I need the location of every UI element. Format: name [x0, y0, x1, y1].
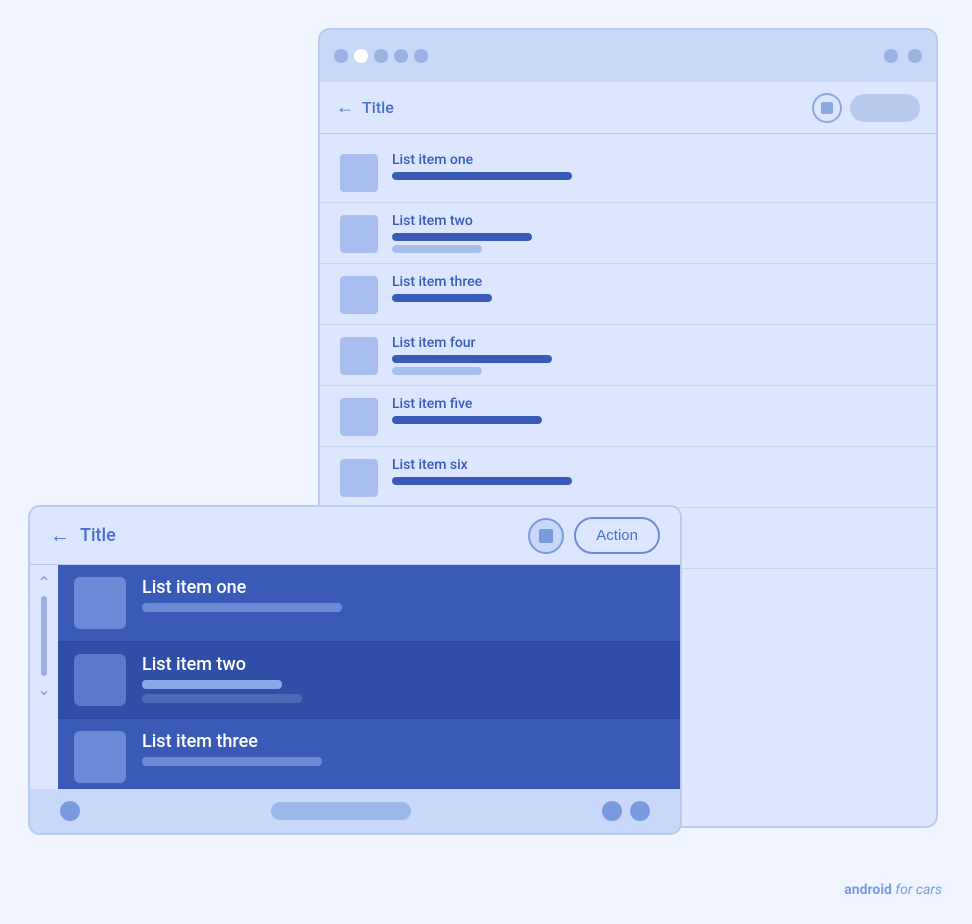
front-list-item-label: List item one	[142, 577, 342, 598]
list-bar-secondary	[392, 245, 482, 253]
front-window-list: List item one List item two List item th…	[58, 565, 680, 789]
front-list-item[interactable]: List item two	[58, 642, 680, 719]
nav-dot-home[interactable]	[60, 801, 80, 821]
list-item[interactable]: List item five	[320, 386, 936, 447]
front-list-thumb	[74, 731, 126, 783]
list-bar-secondary	[392, 367, 482, 375]
title-bar	[320, 30, 936, 82]
list-thumb	[340, 459, 378, 497]
front-list-item[interactable]: List item one	[58, 565, 680, 642]
list-item[interactable]: List item two	[320, 203, 936, 264]
icon-button-stop[interactable]	[812, 93, 842, 123]
dot-4	[394, 49, 408, 63]
list-bar-primary	[392, 355, 552, 363]
list-content: List item three	[392, 274, 492, 302]
front-list-item-label: List item three	[142, 731, 322, 752]
nav-dots-right	[602, 801, 650, 821]
watermark-rest: for cars	[892, 882, 942, 898]
watermark: android for cars	[844, 882, 942, 898]
list-thumb	[340, 215, 378, 253]
front-list-content: List item one	[142, 577, 342, 612]
list-bar-primary	[392, 233, 532, 241]
front-window: ← Title Action ⌃ ⌄ List item one	[28, 505, 682, 835]
list-content: List item four	[392, 335, 552, 375]
back-window-app-bar: ← Title	[320, 82, 936, 134]
front-list-item-label: List item two	[142, 654, 302, 675]
list-thumb	[340, 154, 378, 192]
list-thumb	[340, 276, 378, 314]
list-content: List item five	[392, 396, 542, 424]
list-item-label: List item six	[392, 457, 572, 473]
list-item-label: List item one	[392, 152, 572, 168]
action-button[interactable]: Action	[574, 517, 660, 554]
list-item-label: List item three	[392, 274, 492, 290]
front-list-bar-primary	[142, 603, 342, 612]
watermark-android: android	[844, 882, 892, 898]
front-list-thumb	[74, 577, 126, 629]
front-icon-button-stop[interactable]	[528, 518, 564, 554]
list-content: List item six	[392, 457, 572, 485]
pill-button[interactable]	[850, 94, 920, 122]
front-scroll-area: ⌃ ⌄ List item one List item two	[30, 565, 680, 789]
list-content: List item two	[392, 213, 532, 253]
front-window-title: Title	[80, 525, 518, 546]
list-item[interactable]: List item six	[320, 447, 936, 508]
front-list-bar-primary	[142, 680, 282, 689]
chevron-up-icon[interactable]: ⌃	[37, 573, 50, 592]
list-bar-primary	[392, 477, 572, 485]
back-window-title: Title	[362, 98, 804, 117]
back-arrow-icon[interactable]: ←	[336, 97, 354, 118]
nav-dot-2[interactable]	[630, 801, 650, 821]
list-item[interactable]: List item one	[320, 142, 936, 203]
front-back-arrow-icon[interactable]: ←	[50, 523, 70, 548]
chevron-down-icon[interactable]: ⌄	[37, 680, 50, 699]
dot-2	[354, 49, 368, 63]
stop-icon	[539, 529, 553, 543]
scroll-thumb[interactable]	[41, 596, 47, 676]
list-bar-primary	[392, 294, 492, 302]
list-bar-primary	[392, 416, 542, 424]
list-thumb	[340, 337, 378, 375]
front-list-thumb	[74, 654, 126, 706]
nav-dot-1[interactable]	[602, 801, 622, 821]
dot-1	[334, 49, 348, 63]
front-window-bottom-nav	[30, 789, 680, 833]
front-window-app-bar: ← Title Action	[30, 507, 680, 565]
window-dots	[334, 49, 428, 63]
dot-3	[374, 49, 388, 63]
front-list-content: List item two	[142, 654, 302, 703]
dot-5	[414, 49, 428, 63]
list-bar-primary	[392, 172, 572, 180]
front-list-bar-secondary	[142, 694, 302, 703]
dot-r2	[908, 49, 922, 63]
list-item-label: List item two	[392, 213, 532, 229]
list-content: List item one	[392, 152, 572, 180]
dot-r1	[884, 49, 898, 63]
scroll-bar: ⌃ ⌄	[30, 565, 58, 789]
front-list-bar-primary	[142, 757, 322, 766]
list-thumb	[340, 398, 378, 436]
list-item-label: List item five	[392, 396, 542, 412]
list-item[interactable]: List item four	[320, 325, 936, 386]
list-item-label: List item four	[392, 335, 552, 351]
front-list-content: List item three	[142, 731, 322, 766]
list-item[interactable]: List item three	[320, 264, 936, 325]
front-list-item[interactable]: List item three	[58, 719, 680, 789]
nav-pill[interactable]	[271, 802, 411, 820]
